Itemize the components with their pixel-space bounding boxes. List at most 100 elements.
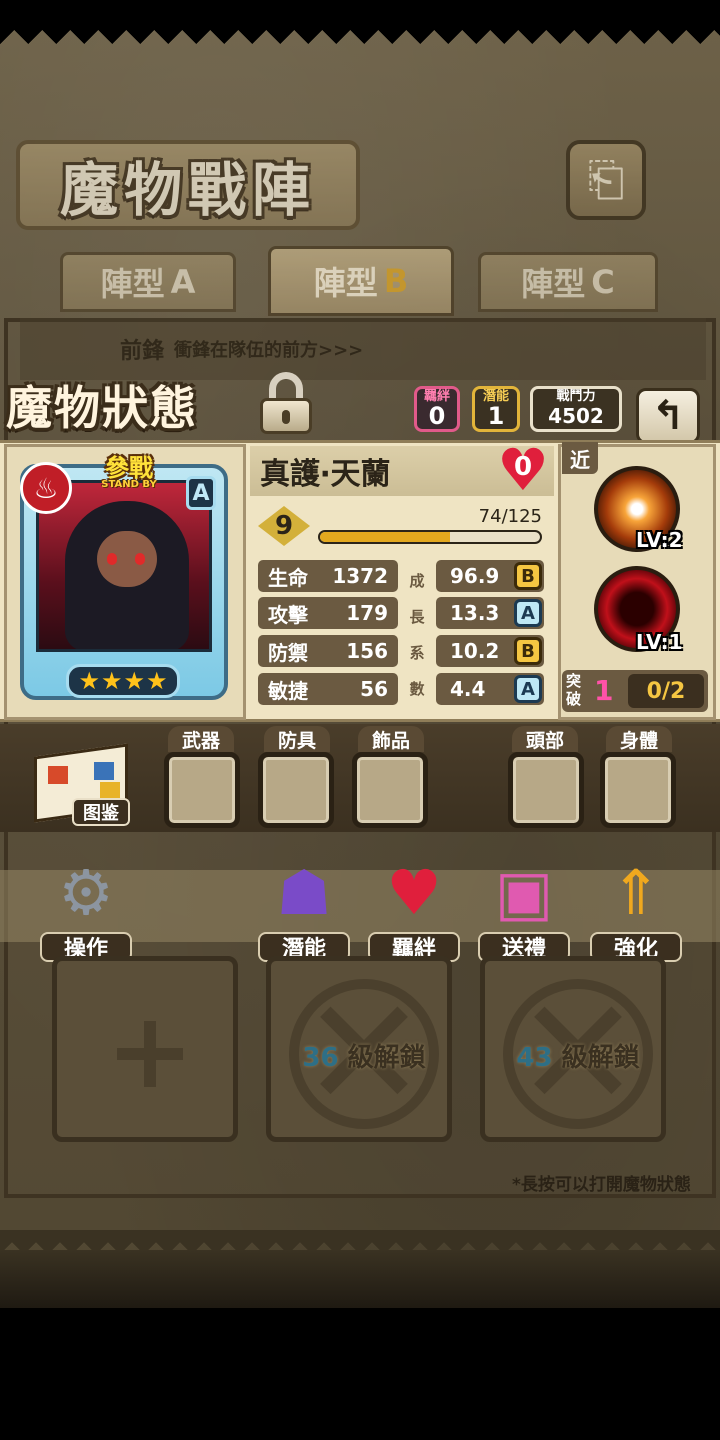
- portrait-eye: [107, 553, 117, 565]
- stat-value: 156: [346, 639, 388, 663]
- tab-suffix: B: [383, 262, 409, 300]
- padlock-keyhole: [282, 410, 290, 424]
- tab-suffix: C: [591, 263, 615, 301]
- breakthrough: 突破 1 0/2: [562, 670, 708, 712]
- growth-value: 13.3: [450, 601, 500, 625]
- bottom-strip: [0, 1250, 720, 1308]
- breakthrough-count: 0/2: [628, 674, 704, 708]
- lock-button[interactable]: [256, 372, 316, 434]
- unlock-requirement: 36 級解鎖: [271, 1037, 457, 1074]
- tab-label: 陣型: [100, 265, 165, 303]
- back-button[interactable]: ⎗: [566, 140, 646, 220]
- stat-attack: 攻擊 179: [258, 597, 398, 629]
- growth-defense: 10.2 B: [436, 635, 544, 667]
- range-badge: 近: [562, 442, 598, 474]
- page-title: 魔物戰陣: [16, 140, 360, 230]
- potential-button[interactable]: ☗ 潛能: [256, 852, 352, 962]
- tab-label: 陣型: [521, 265, 586, 303]
- growth-hp: 96.9 B: [436, 560, 544, 592]
- gift-button[interactable]: ▣ 送禮: [476, 852, 572, 962]
- stat-label: 防禦: [268, 640, 308, 665]
- potential-value: 1: [487, 402, 505, 430]
- grade-badge: A: [514, 675, 542, 703]
- grade-badge: B: [514, 637, 542, 665]
- front-row-header: 前鋒 衝鋒在隊伍的前方>>>: [20, 318, 706, 380]
- growth-attack: 13.3 A: [436, 597, 544, 629]
- breakthrough-label: 突破: [566, 672, 582, 708]
- stat-value: 1372: [332, 564, 388, 588]
- affection-heart: ♥ 0: [496, 441, 550, 499]
- front-row-label: 前鋒: [120, 339, 165, 364]
- growth-char: 長: [409, 608, 425, 626]
- hearts-icon: ♥: [386, 855, 442, 929]
- power-value: 4502: [548, 404, 604, 428]
- bond-button[interactable]: ♥ 羈絆: [366, 852, 462, 962]
- bond-counter: 羈絆 0: [414, 386, 460, 432]
- close-status-button[interactable]: ↰: [636, 388, 700, 444]
- return-arrow-icon: ↰: [651, 393, 685, 439]
- growth-value: 96.9: [450, 564, 500, 588]
- stat-value: 179: [346, 601, 388, 625]
- standby-badge: 參戰 STAND BY: [80, 448, 178, 490]
- star-icon: ★: [78, 667, 100, 695]
- demon-icon: ☗: [276, 855, 332, 929]
- unlock-text: 級解鎖: [561, 1043, 640, 1073]
- team-slot-empty[interactable]: [52, 956, 238, 1142]
- portrait-face: [97, 531, 157, 587]
- skill2-level: LV:1: [636, 630, 683, 654]
- stat-defense: 防禦 156: [258, 635, 398, 667]
- breakthrough-value: 1: [594, 674, 614, 707]
- standby-subtitle: STAND BY: [101, 479, 157, 490]
- star-rating: ★ ★ ★ ★: [66, 664, 180, 698]
- standby-title: 參戰: [105, 454, 153, 482]
- grade-badge: A: [514, 599, 542, 627]
- book-page-mark: [94, 762, 114, 780]
- growth-value: 4.4: [450, 677, 486, 701]
- team-slot-locked[interactable]: ✕ 43 級解鎖: [480, 956, 666, 1142]
- gift-icon: ▣: [494, 855, 554, 929]
- potential-counter: 潛能 1: [472, 386, 520, 432]
- slot-label-weapon: 武器: [168, 726, 234, 752]
- grade-badge: B: [514, 562, 542, 590]
- return-arrow-icon: ⎗: [587, 152, 625, 206]
- slot-accessory[interactable]: [352, 752, 428, 828]
- unlock-level: 36: [302, 1043, 339, 1073]
- growth-value: 10.2: [450, 639, 500, 663]
- slot-label-armor: 防具: [264, 726, 330, 752]
- portrait-eye: [135, 553, 145, 565]
- up-arrows-icon: ⇑: [610, 855, 662, 929]
- gear-icon: ⚙: [58, 855, 114, 929]
- plus-icon: [117, 1021, 183, 1087]
- slot-weapon[interactable]: [164, 752, 240, 828]
- slot-head[interactable]: [508, 752, 584, 828]
- enhance-button[interactable]: ⇑ 強化: [588, 852, 684, 962]
- growth-char: 系: [409, 644, 425, 662]
- slot-armor[interactable]: [258, 752, 334, 828]
- slot-body[interactable]: [600, 752, 676, 828]
- tab-formation-b[interactable]: 陣型 B: [268, 246, 454, 316]
- star-icon: ★: [123, 667, 146, 695]
- tab-formation-a[interactable]: 陣型 A: [60, 252, 236, 312]
- stat-hp: 生命 1372: [258, 560, 398, 592]
- torn-edge-top: [0, 30, 720, 58]
- tab-suffix: A: [170, 263, 196, 301]
- stat-value: 56: [360, 677, 388, 701]
- front-row-hint: 衝鋒在隊伍的前方>>>: [174, 340, 364, 361]
- team-slot-locked[interactable]: ✕ 36 級解鎖: [266, 956, 452, 1142]
- heart-count: 0: [513, 452, 533, 482]
- growth-agility: 4.4 A: [436, 673, 544, 705]
- xp-bar: [318, 530, 542, 544]
- battle-power: 戰鬥力 4502: [530, 386, 622, 432]
- game-screen: 魔物戰陣 ⎗ 陣型 A 陣型 B 陣型 C 前鋒 衝鋒在隊伍的前方>>> 魔物狀態 羈…: [0, 0, 720, 1440]
- xp-text: 74/125: [478, 506, 542, 527]
- xp-fill: [320, 532, 451, 542]
- slot-label-head: 頭部: [512, 726, 578, 752]
- stat-label: 生命: [268, 565, 308, 590]
- tab-label: 陣型: [313, 264, 378, 302]
- operate-button[interactable]: ⚙ 操作: [38, 852, 134, 962]
- growth-char: 成: [409, 572, 425, 590]
- tab-formation-c[interactable]: 陣型 C: [478, 252, 658, 312]
- status-title: 魔物狀態: [6, 381, 198, 435]
- growth-label: 成 長 系 數: [406, 570, 428, 699]
- encyclopedia-label: 图鉴: [72, 798, 130, 826]
